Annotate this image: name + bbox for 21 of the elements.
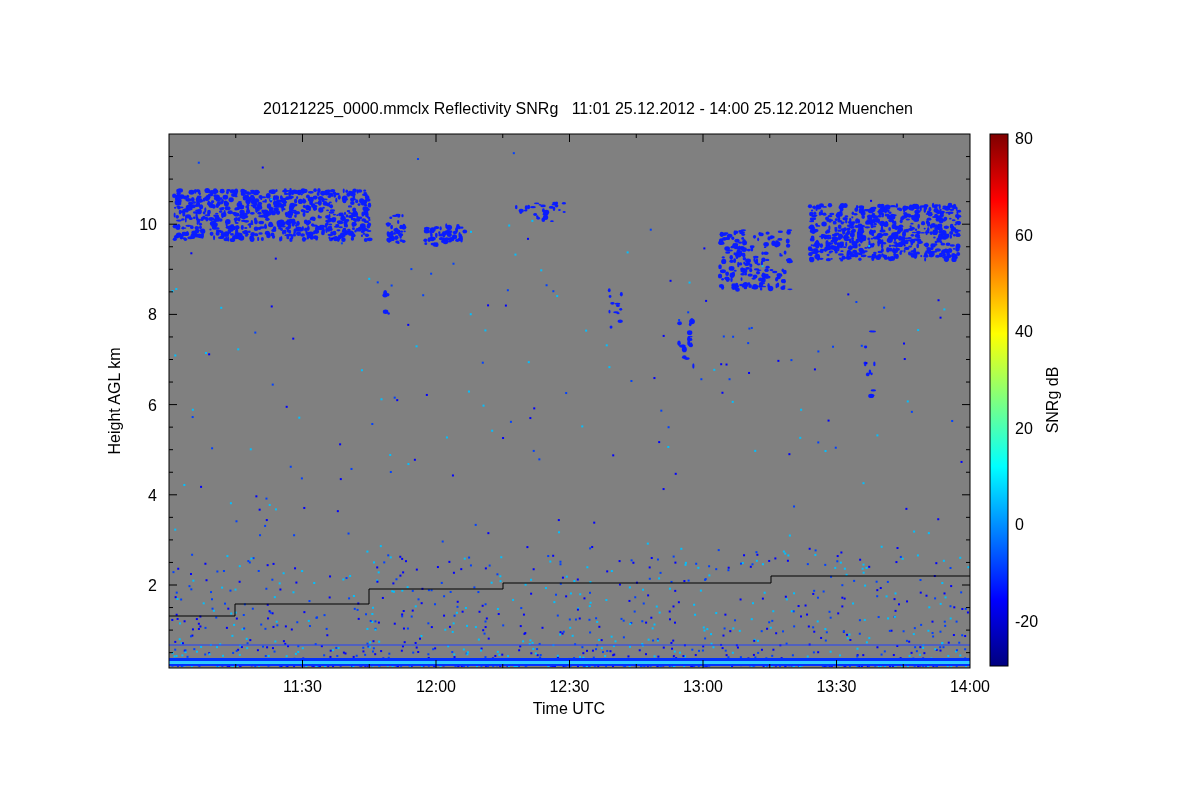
y-tick-label: 2 — [148, 577, 157, 594]
y-tick-label: 6 — [148, 396, 157, 414]
colorbar-tick-label: 60 — [1015, 226, 1033, 244]
x-tick-label: 12:30 — [549, 678, 590, 695]
y-tick-label: 8 — [148, 306, 157, 324]
colorbar-tick-label: 20 — [1015, 419, 1033, 437]
x-tick-label: 11:30 — [283, 678, 322, 695]
colorbar-tick-label: 80 — [1015, 130, 1033, 147]
x-axis-label: Time UTC — [532, 700, 606, 717]
x-tick-label: 14:00 — [950, 678, 990, 695]
colorbar-tick-label: -20 — [1015, 613, 1039, 630]
colorbar-tick-label: 0 — [1015, 516, 1024, 534]
y-tick-label: 4 — [148, 486, 157, 504]
y-tick-label: 10 — [139, 216, 157, 234]
chart-title: 20121225_0000.mmclx Reflectivity SNRg 11:01 25.12.2012 - 14:00 25.12.2012 Muenchen — [263, 100, 913, 117]
y-axis-label: Height AGL km — [106, 347, 123, 455]
x-tick-label: 13:30 — [816, 678, 857, 695]
x-tick-label: 12:00 — [416, 678, 456, 695]
colorbar-label: SNRg dB — [1044, 366, 1061, 434]
x-tick-label: 13:00 — [683, 678, 723, 695]
colorbar-tick-label: 40 — [1015, 323, 1033, 341]
